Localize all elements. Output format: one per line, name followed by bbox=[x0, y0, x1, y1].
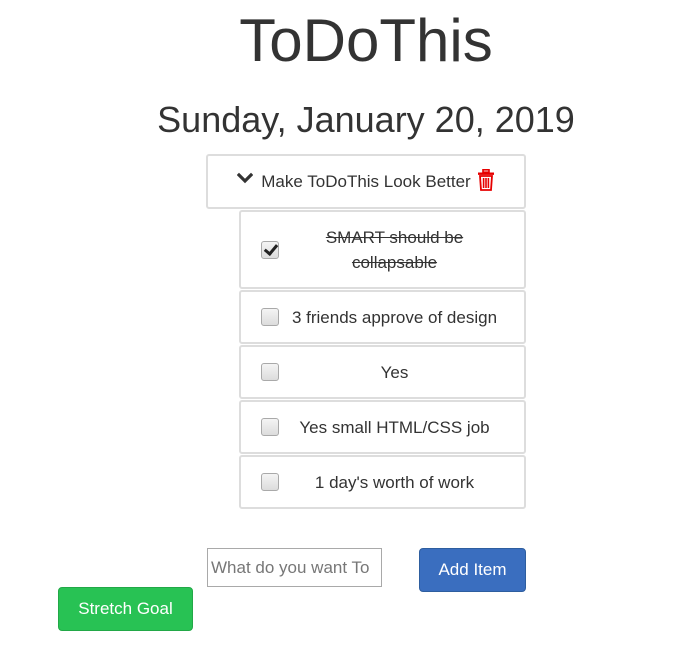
task-text: Yes small HTML/CSS job bbox=[299, 417, 490, 437]
add-item-button[interactable]: Add Item bbox=[419, 548, 526, 592]
task-text: Yes bbox=[380, 362, 409, 382]
goal-label: Make ToDoThis Look Better bbox=[261, 171, 471, 191]
chevron-down-icon[interactable] bbox=[237, 171, 254, 187]
goal-card[interactable]: Make ToDoThis Look Better bbox=[206, 154, 526, 209]
trash-icon[interactable] bbox=[477, 168, 495, 191]
task-text: SMART should be collapsable bbox=[325, 227, 464, 272]
task-item: Yes bbox=[239, 345, 526, 399]
task-checkbox[interactable] bbox=[261, 473, 279, 491]
app-title: ToDoThis bbox=[239, 7, 493, 74]
task-item: SMART should be collapsable bbox=[239, 210, 526, 289]
task-item: Yes small HTML/CSS job bbox=[239, 400, 526, 454]
task-item: 3 friends approve of design bbox=[239, 290, 526, 344]
task-text: 3 friends approve of design bbox=[291, 307, 498, 327]
new-item-input[interactable] bbox=[207, 548, 382, 587]
task-text: 1 day's worth of work bbox=[314, 472, 475, 492]
task-checkbox[interactable] bbox=[261, 363, 279, 381]
task-item: 1 day's worth of work bbox=[239, 455, 526, 509]
date-heading: Sunday, January 20, 2019 bbox=[157, 99, 575, 140]
task-checkbox[interactable] bbox=[261, 240, 279, 259]
stretch-goal-button[interactable]: Stretch Goal bbox=[58, 587, 193, 631]
task-checkbox[interactable] bbox=[261, 308, 279, 326]
task-checkbox[interactable] bbox=[261, 418, 279, 436]
